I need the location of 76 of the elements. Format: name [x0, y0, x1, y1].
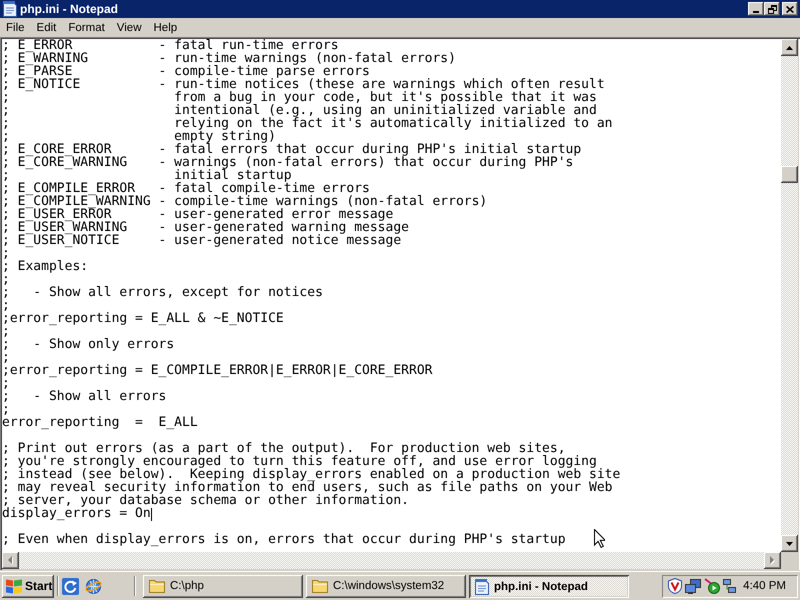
taskbar-button[interactable]: php.ini - Notepad — [469, 574, 629, 598]
globe-icon[interactable] — [85, 578, 102, 594]
text-line: ; you're strongly encouraged to turn this feature off, and use error logging — [2, 456, 597, 469]
window-title: php.ini - Notepad — [20, 2, 119, 16]
text-line: ; E_ERROR - fatal run-time errors — [2, 40, 339, 53]
text-line: ; — [2, 404, 10, 417]
text-line: ; empty string) — [2, 131, 276, 144]
text-line: ; E_PARSE - compile-time parse errors — [2, 66, 370, 79]
text-line: ; instead (see below). Keeping display_errors enabled on a production web site — [2, 469, 620, 482]
taskbar-button[interactable]: C:\windows\system32 — [306, 574, 466, 598]
text-line: ; server, your database schema or other information. — [2, 495, 409, 508]
text-line: ; E_USER_NOTICE - user-generated notice message — [2, 235, 402, 248]
scrollbar-thumb[interactable] — [781, 166, 798, 183]
text-line: ; E_CORE_ERROR - fatal errors that occur during PHP's initial startup — [2, 144, 582, 157]
up-arrow-icon — [786, 46, 793, 50]
flag-icon — [6, 578, 22, 594]
shield-icon[interactable] — [668, 578, 682, 594]
text-line: ; initial startup — [2, 170, 292, 183]
minimize-icon — [753, 11, 759, 13]
scroll-up-button[interactable] — [781, 39, 798, 56]
text-line: ; - Show only errors — [2, 339, 174, 352]
document-icon — [3, 1, 17, 17]
circular-arrow-icon[interactable] — [62, 578, 79, 594]
clock: 4:40 PM — [743, 580, 787, 592]
text-line: ; Examples: — [2, 261, 88, 274]
scroll-down-button[interactable] — [781, 535, 798, 552]
text-line: ; from a bug in your code, but it's possible that it was — [2, 92, 597, 105]
play-icon[interactable] — [704, 578, 720, 594]
text-line: ; E_WARNING - run-time warnings (non-fatal errors) — [2, 53, 456, 66]
scroll-left-button[interactable] — [2, 552, 19, 569]
text-line: ; — [2, 300, 10, 313]
text-line: ; relying on the fact it's automatically initialized to an — [2, 118, 612, 131]
document-icon — [475, 578, 489, 594]
text-line: ; — [2, 352, 10, 365]
folder-icon — [312, 579, 328, 593]
text-line: ;error_reporting = E_COMPILE_ERROR|E_ERROR|E_CORE_ERROR — [2, 365, 432, 378]
down-arrow-icon — [786, 542, 793, 546]
text-area[interactable] — [2, 39, 781, 552]
mouse-pointer-icon — [594, 529, 605, 548]
start-button[interactable]: Start — [2, 574, 54, 598]
scroll-right-button[interactable] — [764, 552, 781, 569]
taskbar-button[interactable]: C:\php — [143, 574, 303, 598]
text-line: ; E_COMPILE_WARNING - compile-time warnings (non-fatal errors) — [2, 196, 488, 209]
text-line: ; - Show all errors, except for notices — [2, 287, 323, 300]
text-line: ; E_NOTICE - run-time notices (these are warnings which often result — [2, 79, 605, 92]
close-icon — [786, 6, 794, 12]
close-button[interactable] — [782, 2, 798, 16]
text-line: ;error_reporting = E_ALL & ~E_NOTICE — [2, 313, 284, 326]
text-line: ; Even when display_errors is on, errors that occur during PHP's startup — [2, 534, 566, 547]
text-line: ; — [2, 326, 10, 339]
menu-item[interactable]: File — [0, 20, 31, 36]
restore-button[interactable] — [764, 2, 780, 16]
left-arrow-icon — [8, 556, 14, 565]
text-line: ; - Show all errors — [2, 391, 166, 404]
text-line: ; E_CORE_WARNING - warnings (non-fatal errors) that occur during PHP's — [2, 157, 574, 170]
minimize-button[interactable] — [748, 2, 764, 16]
text-line: ; — [2, 274, 10, 287]
text-line: ; may reveal security information to end users, such as file paths on your Web — [2, 482, 612, 495]
menu-item[interactable]: Help — [148, 20, 184, 36]
restore-icon — [768, 4, 776, 14]
text-line: display_errors = On — [2, 508, 151, 521]
menu-item[interactable]: Format — [62, 20, 111, 36]
text-line: ; E_USER_WARNING - user-generated warning message — [2, 222, 409, 235]
text-line: ; E_USER_ERROR - user-generated error message — [2, 209, 394, 222]
text-line: ; — [2, 378, 10, 391]
text-line: ; intentional (e.g., using an uninitialized variable and — [2, 105, 597, 118]
text-line: error_reporting = E_ALL — [2, 417, 198, 430]
network-icon[interactable] — [723, 579, 736, 593]
menu-item[interactable]: View — [110, 20, 148, 36]
text-line: ; Print out errors (as a part of the output). For production web sites, — [2, 443, 566, 456]
text-line: ; E_COMPILE_ERROR - fatal compile-time errors — [2, 183, 370, 196]
text-line: ; — [2, 248, 10, 261]
menu-item[interactable]: Edit — [30, 20, 62, 36]
folder-icon — [149, 579, 165, 593]
right-arrow-icon — [770, 556, 776, 565]
monitors-icon[interactable] — [685, 578, 701, 594]
